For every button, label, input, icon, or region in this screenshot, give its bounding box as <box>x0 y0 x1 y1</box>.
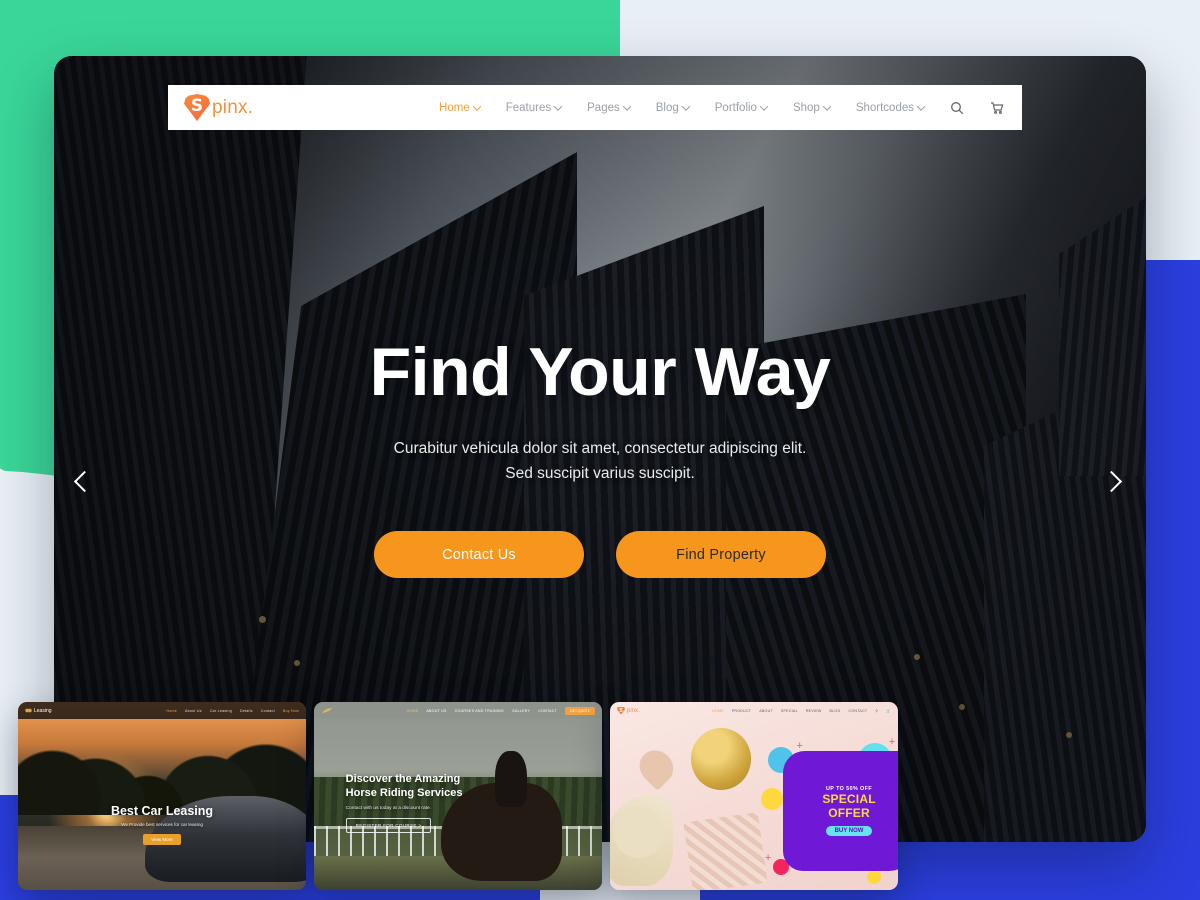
chevron-left-icon <box>73 470 96 493</box>
decor-plus-icon: + <box>764 851 772 864</box>
card-content: Best Car Leasing We Provide best service… <box>18 804 306 846</box>
card-content: Discover the Amazing Horse Riding Servic… <box>345 773 463 833</box>
card-cta-button[interactable]: View More <box>143 833 181 845</box>
card-logo-shield-icon: S <box>617 706 625 715</box>
nav-label: Features <box>505 101 552 114</box>
card-nav-item-blog[interactable]: BLOG <box>830 709 841 713</box>
card-title-line-2: Horse Riding Services <box>345 787 463 800</box>
card-nav-item-gallery[interactable]: GALLERY <box>512 709 530 713</box>
card-navbar: Leasing Home About Us Car Leasing Detail… <box>18 702 306 719</box>
card-logo-label: Leasing <box>34 707 52 714</box>
nav-item-pages[interactable]: Pages <box>587 101 631 114</box>
card-nav-item-leasing[interactable]: Car Leasing <box>210 709 232 713</box>
card-nav-item-product[interactable]: PRODUCT <box>732 709 752 713</box>
card-nav-item-details[interactable]: Details <box>240 709 253 713</box>
search-icon[interactable] <box>950 101 964 115</box>
logo-mark-letter: S <box>190 95 204 116</box>
nav-label: Home <box>439 101 470 114</box>
logo-wordmark: pinx. <box>212 96 254 118</box>
chevron-down-icon <box>681 101 691 111</box>
hero-subtitle-line-2: Sed suscipit varius suscipit. <box>505 465 695 483</box>
card-gold-compact-image <box>690 728 752 791</box>
card-nav-item-special[interactable]: SPECIAL <box>781 709 798 713</box>
card-nav-item-home[interactable]: HOME <box>712 709 724 713</box>
preview-card-horse-riding[interactable]: HOME ABOUT US COURSES AND TRAINING GALLE… <box>314 702 602 890</box>
chevron-down-icon <box>822 101 832 111</box>
preview-card-shop[interactable]: + + + UP TO 50% OFF SPECIAL OFFER BUY NO… <box>610 702 898 890</box>
card-nav-cta[interactable]: Buy Now <box>283 709 299 713</box>
nav-label: Shortcodes <box>855 101 914 114</box>
card-navbar: S pinx. HOME PRODUCT ABOUT SPECIAL REVIE… <box>610 702 898 719</box>
card-nav-item-home[interactable]: Home <box>166 709 177 713</box>
chevron-down-icon <box>622 101 631 111</box>
nav-item-shortcodes[interactable]: Shortcodes <box>855 101 926 114</box>
card-subtitle: We Provide best services for car leasing <box>121 821 203 827</box>
nav-item-home[interactable]: Home <box>439 101 481 114</box>
card-nav-item-contact[interactable]: Contact <box>261 709 275 713</box>
cart-icon[interactable] <box>990 101 1004 115</box>
chevron-down-icon <box>472 101 481 111</box>
preview-card-car-leasing[interactable]: Leasing Home About Us Car Leasing Detail… <box>18 702 306 890</box>
promo-title-line-1: SPECIAL <box>822 792 876 807</box>
chevron-right-icon <box>1100 470 1123 493</box>
card-nav-item-home[interactable]: HOME <box>407 709 419 713</box>
card-title-line-1: Discover the Amazing <box>345 773 461 786</box>
promo-title-line-2: OFFER <box>828 806 870 821</box>
card-logo: Leasing <box>25 707 52 714</box>
card-title: Best Car Leasing <box>110 803 214 818</box>
card-logo: S pinx. <box>617 706 640 715</box>
contact-us-button[interactable]: Contact Us <box>374 531 584 579</box>
card-cta-button[interactable]: REGISTER FOR COURSE > <box>345 817 432 833</box>
decor-plus-icon: + <box>796 739 803 752</box>
buy-now-button[interactable]: BUY NOW <box>825 825 873 836</box>
chevron-down-icon <box>916 101 926 111</box>
card-rider-image <box>495 750 528 808</box>
card-navbar: HOME ABOUT US COURSES AND TRAINING GALLE… <box>314 702 602 719</box>
logo-shield-icon: S <box>184 94 210 121</box>
card-nav-item-courses[interactable]: COURSES AND TRAINING <box>455 709 504 713</box>
card-nav-item-contact[interactable]: CONTACT <box>538 709 557 713</box>
hero-cta-group: Contact Us Find Property <box>374 531 826 579</box>
nav-item-portfolio[interactable]: Portfolio <box>714 101 769 114</box>
slider-prev-button[interactable] <box>68 466 100 498</box>
nav-label: Pages <box>587 101 620 114</box>
nav-label: Shop <box>792 101 820 114</box>
nav-item-shop[interactable]: Shop <box>792 101 832 114</box>
card-nav-cta[interactable]: GET QUOTE <box>565 706 595 715</box>
nav-label: Blog <box>655 101 679 114</box>
card-nav-item-about[interactable]: ABOUT US <box>426 709 446 713</box>
page-title: Find Your Way <box>369 334 831 410</box>
card-nav-item-contact[interactable]: CONTACT <box>849 709 868 713</box>
card-logo <box>321 707 333 715</box>
card-subtitle: Contact with us today at a discount rate… <box>345 805 431 811</box>
hero-subtitle-line-1: Curabitur vehicula dolor sit amet, conse… <box>393 440 807 457</box>
chevron-down-icon <box>553 101 563 111</box>
card-logo-label: pinx. <box>627 707 640 714</box>
nav-item-features[interactable]: Features <box>505 101 563 114</box>
nav-item-blog[interactable]: Blog <box>655 101 691 114</box>
hero-subtitle: Curabitur vehicula dolor sit amet, conse… <box>394 436 807 486</box>
site-logo[interactable]: S pinx. <box>184 94 253 121</box>
decor-plus-icon: + <box>888 735 896 748</box>
card-nav-items: HOME ABOUT US COURSES AND TRAINING GALLE… <box>407 706 595 715</box>
main-navigation: Home Features Pages Blog Portfolio Shop <box>439 101 1004 115</box>
card-flowers-image <box>610 796 674 887</box>
card-search-icon[interactable]: ⚲ <box>875 709 878 713</box>
site-navbar: S pinx. Home Features Pages Blog Portfol… <box>168 85 1022 130</box>
card-gift-box-image <box>683 811 768 890</box>
card-cart-icon[interactable]: 🛒 <box>886 709 891 713</box>
card-nav-items: HOME PRODUCT ABOUT SPECIAL REVIEW BLOG C… <box>712 709 891 713</box>
find-property-button[interactable]: Find Property <box>616 531 826 579</box>
card-nav-items: Home About Us Car Leasing Details Contac… <box>166 709 299 713</box>
special-offer-badge: UP TO 50% OFF SPECIAL OFFER BUY NOW <box>782 750 898 872</box>
card-nav-item-about[interactable]: ABOUT <box>759 709 773 713</box>
card-nav-item-review[interactable]: REVIEW <box>806 709 822 713</box>
card-nav-item-about[interactable]: About Us <box>185 709 202 713</box>
slider-next-button[interactable] <box>1100 466 1132 498</box>
chevron-down-icon <box>759 101 769 111</box>
nav-label: Portfolio <box>714 101 757 114</box>
